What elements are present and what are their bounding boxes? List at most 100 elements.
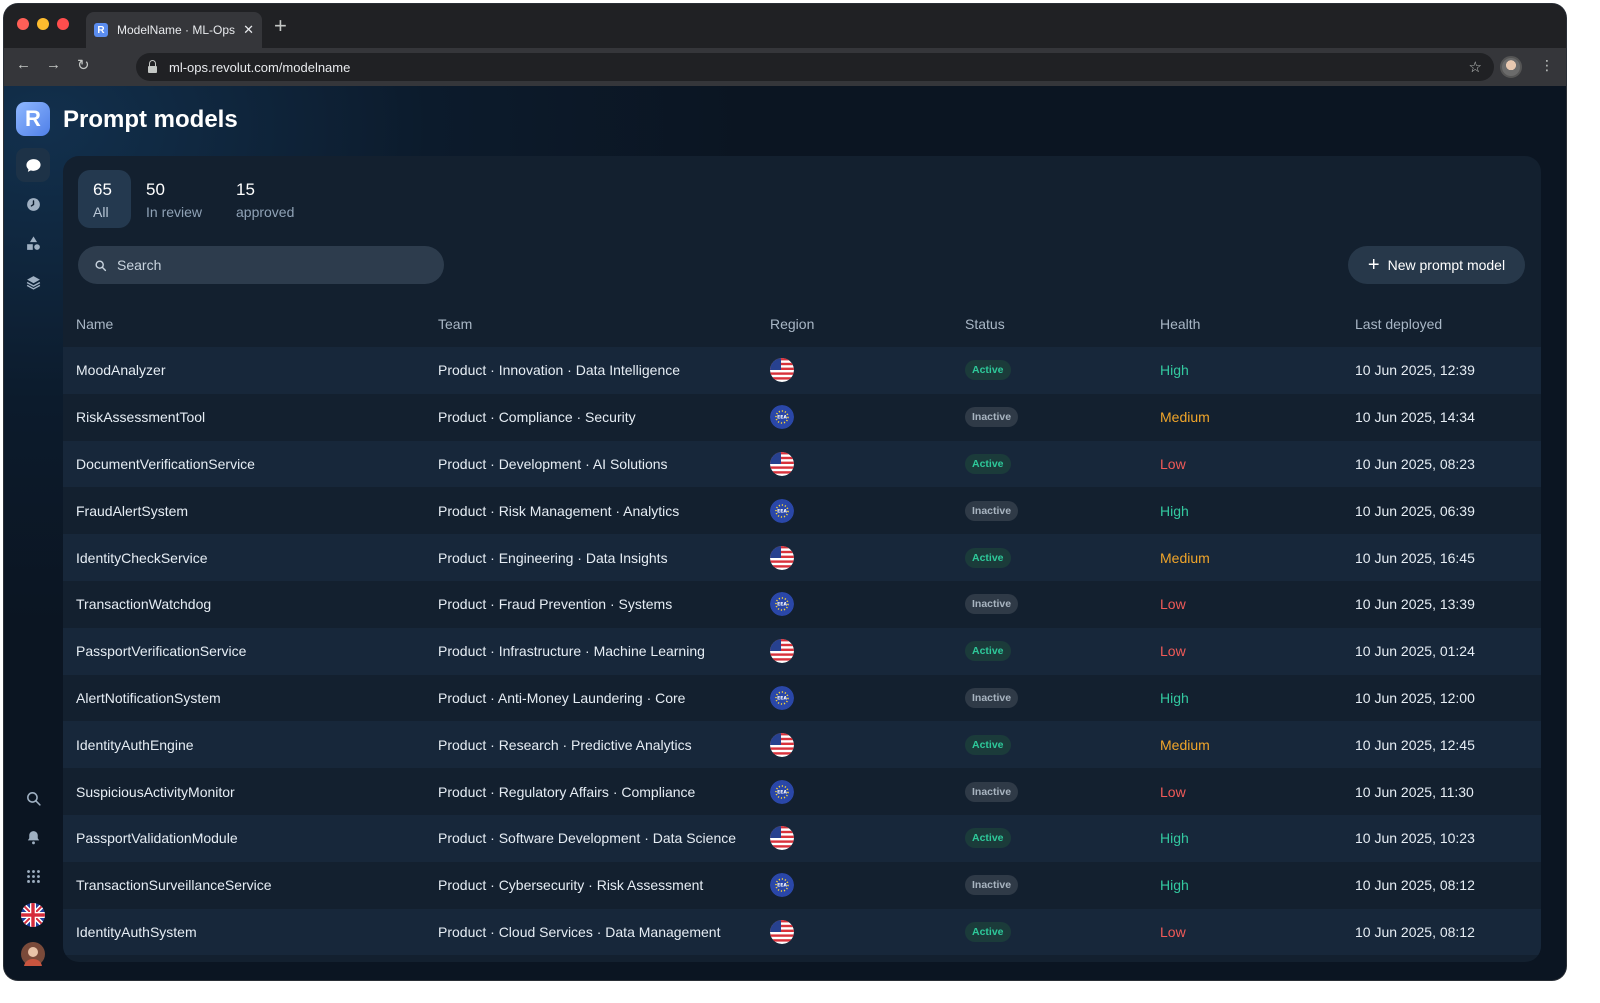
- table-row[interactable]: TransactionSurveillanceService Product · …: [63, 862, 1541, 909]
- last-deployed: 10 Jun 2025, 08:12: [1355, 877, 1475, 894]
- status-cell: Active: [965, 628, 1011, 675]
- team-path: Product · Regulatory Affairs · Complianc…: [438, 783, 696, 800]
- model-name[interactable]: IdentityAuthSystem: [76, 909, 197, 956]
- column-header-name[interactable]: Name: [76, 316, 113, 332]
- model-name[interactable]: IdentityAuthEngine: [76, 721, 194, 768]
- close-window-button[interactable]: [17, 18, 29, 30]
- column-header-region[interactable]: Region: [770, 316, 814, 332]
- model-name[interactable]: RiskAssessmentTool: [76, 394, 205, 441]
- app-root: R Prompt models 65 All 50 In review 15 a…: [4, 86, 1566, 980]
- last-deployed: 10 Jun 2025, 06:39: [1355, 502, 1475, 519]
- minimize-window-button[interactable]: [37, 18, 49, 30]
- layers-icon[interactable]: [16, 265, 50, 299]
- browser-toolbar: ← → ↻ ml-ops.revolut.com/modelname ☆ ⋮: [4, 48, 1566, 86]
- model-name[interactable]: IdentityCheckService: [76, 534, 208, 581]
- profile-avatar[interactable]: [1500, 56, 1522, 78]
- health-value: High: [1160, 362, 1189, 379]
- region-flag-eea-icon: EEA: [770, 675, 794, 722]
- search-input[interactable]: Search: [78, 246, 444, 284]
- team-path: Product · Risk Management · Analytics: [438, 502, 680, 519]
- bookmark-star-icon[interactable]: ☆: [1469, 58, 1482, 76]
- stat-label: All: [93, 204, 109, 220]
- status-badge: Active: [965, 734, 1011, 755]
- region-flag-eea-icon: EEA: [770, 862, 794, 909]
- column-header-last-deployed[interactable]: Last deployed: [1355, 316, 1442, 332]
- team-path: Product · Engineering · Data Insights: [438, 549, 668, 566]
- table-row[interactable]: TransactionWatchdog Product · Fraud Preve…: [63, 581, 1541, 628]
- model-name[interactable]: PassportVerificationService: [76, 628, 246, 675]
- last-deployed: 10 Jun 2025, 08:23: [1355, 455, 1475, 472]
- table-row[interactable]: PassportVerificationService Product · Inf…: [63, 627, 1541, 675]
- column-header-status[interactable]: Status: [965, 316, 1005, 332]
- grid-icon[interactable]: [16, 859, 50, 893]
- status-badge: Inactive: [965, 875, 1019, 896]
- team-path: Product · Fraud Prevention · Systems: [438, 596, 673, 613]
- last-deployed: 10 Jun 2025, 01:24: [1355, 643, 1475, 660]
- status-badge: Active: [965, 453, 1011, 474]
- status-cell: Active: [965, 909, 1011, 956]
- region-flag-us-icon: [770, 534, 794, 581]
- team-path: Product · Development · AI Solutions: [438, 455, 668, 472]
- reload-icon[interactable]: ↻: [77, 56, 90, 74]
- status-badge: Active: [965, 641, 1011, 662]
- model-name[interactable]: PassportValidationModule: [76, 815, 238, 862]
- table-row[interactable]: PassportValidationModule Product · Softwa…: [63, 814, 1541, 862]
- model-name[interactable]: TransactionSurveillanceService: [76, 862, 272, 909]
- new-tab-icon[interactable]: +: [274, 15, 287, 37]
- bell-icon[interactable]: [16, 820, 50, 854]
- stat-label: approved: [236, 204, 295, 220]
- table-row[interactable]: AlertNotificationSystem Product · Anti-Mo…: [63, 675, 1541, 722]
- user-avatar[interactable]: [16, 937, 50, 971]
- close-tab-icon[interactable]: ✕: [243, 22, 254, 38]
- model-name[interactable]: DocumentVerificationService: [76, 441, 255, 488]
- last-deployed: 10 Jun 2025, 16:45: [1355, 549, 1475, 566]
- table-row[interactable]: RiskAssessmentTool Product · Compliance ·…: [63, 394, 1541, 441]
- model-name[interactable]: FraudAlertSystem: [76, 487, 188, 534]
- model-name[interactable]: SuspiciousActivityMonitor: [76, 768, 235, 815]
- status-cell: Active: [965, 347, 1011, 394]
- address-bar[interactable]: ml-ops.revolut.com/modelname ☆: [136, 53, 1494, 81]
- search-icon[interactable]: [16, 781, 50, 815]
- model-name[interactable]: MoodAnalyzer: [76, 347, 166, 394]
- uk-flag-icon[interactable]: [16, 898, 50, 932]
- zoom-window-button[interactable]: [57, 18, 69, 30]
- table-row[interactable]: IdentityAuthSystem Product · Cloud Servic…: [63, 908, 1541, 956]
- new-prompt-model-label: New prompt model: [1387, 257, 1506, 273]
- region-flag-us-icon: [770, 347, 794, 394]
- column-header-team[interactable]: Team: [438, 316, 472, 332]
- tab-title: ModelName · ML-Ops: [117, 23, 236, 37]
- svg-text:EEA: EEA: [777, 602, 787, 608]
- table-row[interactable]: IdentityCheckService Product · Engineerin…: [63, 534, 1541, 581]
- app-logo[interactable]: R: [16, 102, 50, 136]
- filter-tab-approved[interactable]: 15 approved: [221, 170, 311, 228]
- region-flag-eea-icon: EEA: [770, 581, 794, 628]
- health-value: Medium: [1160, 409, 1210, 426]
- favicon-icon: R: [94, 23, 108, 37]
- tab-bar: R ModelName · ML-Ops ✕ +: [4, 4, 1566, 48]
- table-row[interactable]: IdentityAuthEngine Product · Research · P…: [63, 721, 1541, 769]
- back-icon[interactable]: ←: [16, 56, 31, 73]
- table-row[interactable]: DocumentVerificationService Product · Dev…: [63, 440, 1541, 488]
- column-header-health[interactable]: Health: [1160, 316, 1200, 332]
- clock-icon[interactable]: [16, 187, 50, 221]
- model-name[interactable]: TransactionWatchdog: [76, 581, 211, 628]
- last-deployed: 10 Jun 2025, 14:34: [1355, 409, 1475, 426]
- filter-tab-in-review[interactable]: 50 In review: [131, 170, 219, 228]
- shapes-icon[interactable]: [16, 226, 50, 260]
- forward-icon[interactable]: →: [46, 56, 61, 73]
- health-value: Low: [1160, 596, 1186, 613]
- search-placeholder: Search: [117, 257, 162, 273]
- chat-icon[interactable]: [16, 148, 50, 182]
- table-row[interactable]: SuspiciousActivityMonitor Product · Regul…: [63, 768, 1541, 815]
- browser-tab[interactable]: R ModelName · ML-Ops ✕: [86, 12, 262, 48]
- filter-tab-all[interactable]: 65 All: [78, 170, 131, 228]
- table-row[interactable]: FraudAlertSystem Product · Risk Managemen…: [63, 487, 1541, 534]
- stat-count: 65: [93, 180, 112, 199]
- health-value: Low: [1160, 643, 1186, 660]
- model-name[interactable]: AlertNotificationSystem: [76, 675, 221, 722]
- browser-menu-icon[interactable]: ⋮: [1540, 57, 1554, 74]
- table-row[interactable]: MoodAnalyzer Product · Innovation · Data …: [63, 347, 1541, 394]
- new-prompt-model-button[interactable]: + New prompt model: [1348, 246, 1525, 284]
- health-value: Low: [1160, 455, 1186, 472]
- team-path: Product · Compliance · Security: [438, 409, 636, 426]
